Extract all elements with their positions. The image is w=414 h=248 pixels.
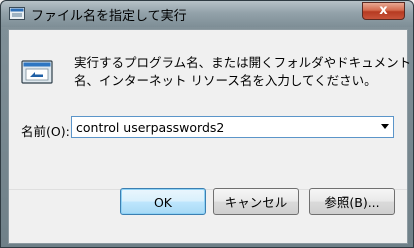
run-dialog-window: ファイル名を指定して実行 x 実行するプログラム名、または開くフォルダやドキュメ…: [0, 0, 414, 248]
close-icon: x: [379, 3, 388, 18]
window-title: ファイル名を指定して実行: [31, 9, 187, 24]
open-input[interactable]: [74, 118, 373, 136]
title-bar[interactable]: ファイル名を指定して実行 x: [1, 1, 413, 27]
dropdown-arrow-icon[interactable]: [381, 124, 389, 129]
description-line-1: 実行するプログラム名、または開くフォルダやドキュメント: [74, 55, 412, 70]
dialog-description: 実行するプログラム名、または開くフォルダやドキュメント 名、インターネット リソ…: [74, 54, 412, 90]
browse-button[interactable]: 参照(B)...: [309, 188, 395, 215]
ok-button[interactable]: OK: [120, 188, 206, 215]
run-app-icon: [9, 7, 25, 20]
open-label: 名前(O):: [21, 124, 70, 139]
close-button[interactable]: x: [362, 2, 405, 20]
cancel-button[interactable]: キャンセル: [213, 188, 299, 215]
open-combobox[interactable]: [71, 116, 394, 138]
dialog-body: 実行するプログラム名、または開くフォルダやドキュメント 名、インターネット リソ…: [8, 29, 412, 244]
run-dialog-icon: [21, 60, 53, 84]
description-line-2: 名、インターネット リソース名を入力してください。: [74, 73, 377, 88]
